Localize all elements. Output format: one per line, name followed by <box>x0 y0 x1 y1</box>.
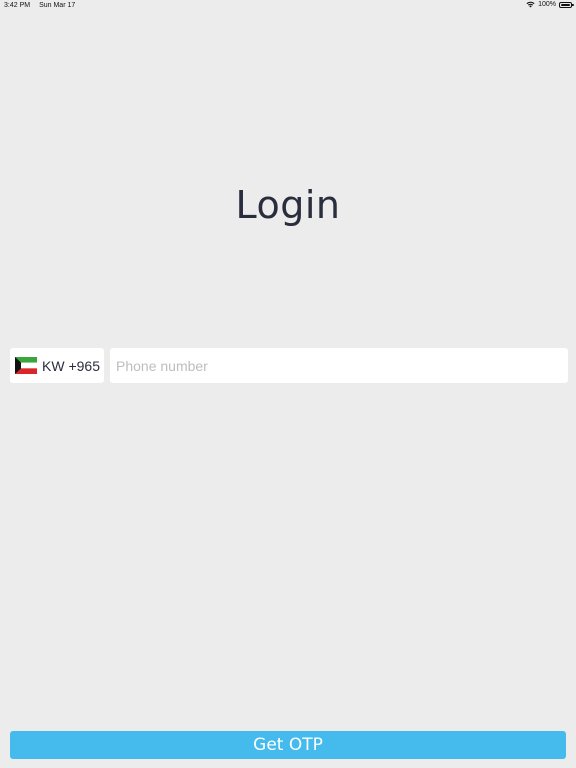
status-left: 3:42 PM Sun Mar 17 <box>4 2 75 9</box>
status-right: 100% <box>526 1 574 8</box>
page-title: Login <box>235 183 341 228</box>
get-otp-button[interactable]: Get OTP <box>10 731 566 759</box>
wifi-icon <box>526 1 535 8</box>
battery-icon <box>559 1 574 8</box>
status-date: Sun Mar 17 <box>39 2 76 9</box>
country-code-picker[interactable]: KW +965 <box>10 348 104 383</box>
kuwait-flag-icon <box>15 357 37 374</box>
battery-percentage: 100% <box>538 1 556 8</box>
status-bar: 3:42 PM Sun Mar 17 100% <box>0 0 576 12</box>
login-screen: 3:42 PM Sun Mar 17 100% Login KW +965 Ph… <box>0 0 576 768</box>
country-code-label: KW +965 <box>42 357 100 374</box>
status-time: 3:42 PM <box>4 2 31 9</box>
phone-number-input[interactable] <box>110 348 568 383</box>
